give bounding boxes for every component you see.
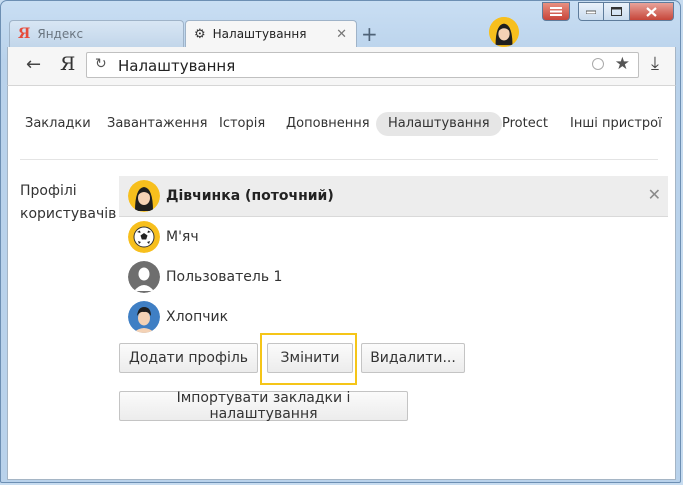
nav-extensions[interactable]: Доповнення xyxy=(286,112,370,136)
section-label: Профілі користувачів xyxy=(20,180,116,226)
add-profile-button[interactable]: Додати профіль xyxy=(119,343,258,373)
profile-name: Хлопчик xyxy=(166,309,229,325)
boy-avatar-icon xyxy=(128,301,160,333)
minimize-button[interactable] xyxy=(578,2,604,21)
toolbar: ← Я ↻ Налаштування ★ ⤓ xyxy=(7,47,676,85)
address-text[interactable]: Налаштування xyxy=(118,57,235,75)
profile-row-current[interactable]: Дівчинка (поточний) ✕ xyxy=(119,176,668,217)
default-user-avatar-icon xyxy=(128,261,160,293)
tab-settings[interactable]: ⚙ Налаштування ✕ xyxy=(185,20,357,47)
profile-list: Дівчинка (поточний) ✕ М'яч Пользователь … xyxy=(119,176,668,337)
window-controls xyxy=(542,2,674,21)
download-icon[interactable]: ⤓ xyxy=(651,53,659,74)
maximize-icon xyxy=(611,7,622,16)
nav-history[interactable]: Історія xyxy=(219,112,265,136)
nav-other-devices[interactable]: Інші пристрої xyxy=(570,112,662,136)
settings-page: Закладки Завантаження Історія Доповнення… xyxy=(7,85,676,480)
delete-profile-button[interactable]: Видалити... xyxy=(361,343,465,373)
section-label-line1: Профілі xyxy=(20,183,77,199)
close-icon xyxy=(646,6,657,17)
remove-profile-icon[interactable]: ✕ xyxy=(648,185,661,204)
profile-row[interactable]: Хлопчик xyxy=(119,297,668,337)
profile-name: Дівчинка (поточний) xyxy=(166,188,334,204)
new-tab-button[interactable]: + xyxy=(361,22,378,46)
section-label-line2: користувачів xyxy=(20,206,117,222)
close-tab-icon[interactable]: ✕ xyxy=(336,27,347,42)
edit-profile-button[interactable]: Змінити xyxy=(267,343,353,373)
girl-avatar-icon xyxy=(128,180,160,212)
bookmark-star-icon[interactable]: ★ xyxy=(615,54,630,74)
yandex-icon: Я xyxy=(18,26,31,42)
close-button[interactable] xyxy=(630,2,674,21)
menu-icon xyxy=(550,7,562,16)
nav-protect[interactable]: Protect xyxy=(502,112,548,136)
profile-row[interactable]: Пользователь 1 xyxy=(119,257,668,297)
gear-icon: ⚙ xyxy=(194,26,206,42)
divider xyxy=(20,159,658,160)
tab-yandex[interactable]: Я Яндекс xyxy=(9,20,184,47)
browser-menu-button[interactable] xyxy=(542,2,570,21)
profile-name: Пользователь 1 xyxy=(166,269,283,285)
maximize-button[interactable] xyxy=(604,2,630,21)
nav-bookmarks[interactable]: Закладки xyxy=(25,112,91,136)
settings-nav: Закладки Завантаження Історія Доповнення… xyxy=(8,112,675,136)
reload-icon[interactable]: ↻ xyxy=(95,56,107,72)
globe-icon[interactable] xyxy=(592,58,604,70)
tab-label: Налаштування xyxy=(212,27,307,41)
browser-window: Я Яндекс ⚙ Налаштування ✕ + ← Я ↻ Налашт… xyxy=(0,0,681,483)
ball-avatar-icon xyxy=(128,221,160,253)
tab-label: Яндекс xyxy=(37,27,84,41)
back-arrow-icon[interactable]: ← xyxy=(26,54,41,75)
address-bar[interactable]: ↻ Налаштування ★ xyxy=(86,52,639,78)
yandex-home-button[interactable]: Я xyxy=(60,53,75,75)
nav-downloads[interactable]: Завантаження xyxy=(107,112,208,136)
minimize-icon xyxy=(586,10,596,14)
nav-settings[interactable]: Налаштування xyxy=(376,112,502,136)
import-bookmarks-button[interactable]: Імпортувати закладки і налаштування xyxy=(119,390,408,422)
profile-row[interactable]: М'яч xyxy=(119,217,668,257)
tab-strip: Я Яндекс ⚙ Налаштування ✕ + xyxy=(7,20,667,47)
profile-name: М'яч xyxy=(166,229,199,245)
